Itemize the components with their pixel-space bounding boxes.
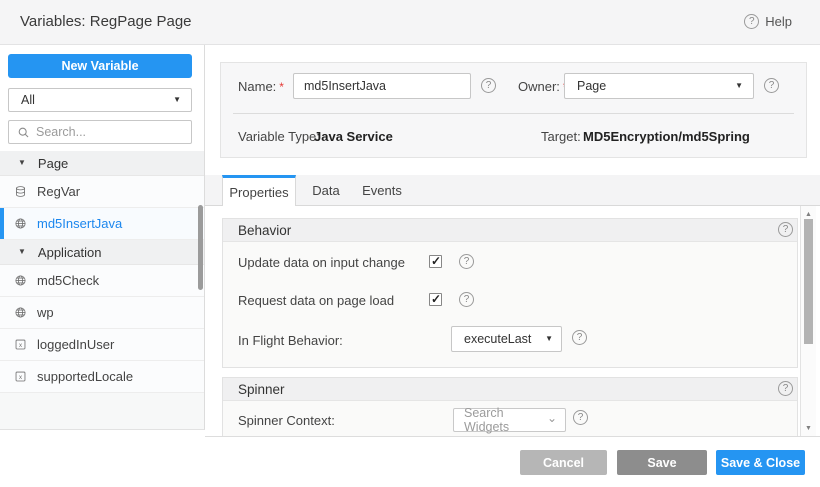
spinner-title: Spinner <box>238 382 285 397</box>
request-data-help-icon[interactable] <box>459 292 474 307</box>
content-scrollbar[interactable] <box>800 206 816 437</box>
tree-group-application[interactable]: Application <box>0 240 204 265</box>
collapse-arrow-icon <box>18 248 26 256</box>
in-flight-behavior-label: In Flight Behavior: <box>238 333 343 348</box>
chevron-down-icon <box>545 335 553 343</box>
help-button[interactable]: Help <box>744 14 792 29</box>
variable-icon: x <box>14 338 27 351</box>
owner-label: Owner:* <box>518 79 568 94</box>
spinner-section-body: Spinner Context: Search Widgets <box>223 401 797 437</box>
spinner-context-placeholder: Search Widgets <box>464 406 547 434</box>
tab-properties[interactable]: Properties <box>222 175 296 206</box>
svg-text:x: x <box>19 374 22 381</box>
tree-item-label: wp <box>37 305 54 320</box>
variable-tree: Page RegVar md5InsertJava Application <box>0 151 204 393</box>
tree-item-loggedinuser[interactable]: x loggedInUser <box>0 329 204 361</box>
behavior-section-header: Behavior <box>223 219 797 242</box>
variable-icon: x <box>14 370 27 383</box>
spinner-context-help-icon[interactable] <box>573 410 588 425</box>
database-icon <box>14 185 27 198</box>
update-data-help-icon[interactable] <box>459 254 474 269</box>
name-input[interactable] <box>293 73 471 99</box>
help-label: Help <box>765 14 792 29</box>
search-input[interactable] <box>36 125 183 139</box>
behavior-section-body: Update data on input change Request data… <box>223 242 797 368</box>
spinner-section-header: Spinner <box>223 378 797 401</box>
tree-item-supportedlocale[interactable]: x supportedLocale <box>0 361 204 393</box>
spinner-context-label: Spinner Context: <box>238 413 335 428</box>
update-data-label: Update data on input change <box>238 255 405 270</box>
request-data-label: Request data on page load <box>238 293 394 308</box>
sidebar-empty-area <box>0 393 204 429</box>
owner-help-icon[interactable] <box>764 78 779 93</box>
tree-item-regvar[interactable]: RegVar <box>0 176 204 208</box>
cancel-button[interactable]: Cancel <box>520 450 607 475</box>
target-label: Target: <box>541 129 581 144</box>
tab-bar: Properties Data Events <box>205 175 820 206</box>
owner-value: Page <box>577 79 735 93</box>
behavior-section: Behavior Update data on input change Req… <box>222 218 798 368</box>
in-flight-behavior-value: executeLast <box>464 332 545 346</box>
tree-item-label: md5InsertJava <box>37 216 122 231</box>
tree-group-label: Page <box>38 156 68 171</box>
tree-item-label: RegVar <box>37 184 80 199</box>
scroll-up-icon[interactable] <box>801 211 816 218</box>
name-label: Name:* <box>238 79 284 94</box>
tree-item-md5check[interactable]: md5Check <box>0 265 204 297</box>
variable-filter-select[interactable]: All <box>8 88 192 112</box>
variable-type-label: Variable Type: <box>238 129 320 144</box>
service-icon <box>14 306 27 319</box>
tab-data[interactable]: Data <box>305 175 347 205</box>
behavior-title: Behavior <box>238 223 291 238</box>
tree-group-label: Application <box>38 245 102 260</box>
tree-item-label: loggedInUser <box>37 337 114 352</box>
sidebar-scrollbar[interactable] <box>198 205 203 290</box>
search-icon <box>17 126 30 139</box>
behavior-help-icon[interactable] <box>778 222 793 237</box>
tree-item-label: supportedLocale <box>37 369 133 384</box>
properties-tab-content: Behavior Update data on input change Req… <box>205 206 820 437</box>
tree-item-label: md5Check <box>37 273 99 288</box>
collapse-arrow-icon <box>18 159 26 167</box>
owner-select[interactable]: Page <box>564 73 754 99</box>
request-data-checkbox[interactable] <box>429 293 442 306</box>
variable-summary-panel: Name:* Owner:* Page Variable Type: Java … <box>220 62 807 158</box>
tree-group-page[interactable]: Page <box>0 151 204 176</box>
save-button[interactable]: Save <box>617 450 707 475</box>
in-flight-help-icon[interactable] <box>572 330 587 345</box>
svg-text:x: x <box>19 342 22 349</box>
help-icon <box>744 14 759 29</box>
new-variable-button[interactable]: New Variable <box>8 54 192 78</box>
tree-item-wp[interactable]: wp <box>0 297 204 329</box>
chevron-down-icon <box>547 412 557 424</box>
tab-events[interactable]: Events <box>357 175 407 205</box>
name-help-icon[interactable] <box>481 78 496 93</box>
spinner-context-combobox[interactable]: Search Widgets <box>453 408 566 432</box>
service-icon <box>14 217 27 230</box>
chevron-down-icon <box>735 82 743 90</box>
required-asterisk: * <box>279 80 284 94</box>
spinner-section: Spinner Spinner Context: Search Widgets <box>222 377 798 437</box>
page-title: Variables: RegPage Page <box>20 0 192 44</box>
target-value: MD5Encryption/md5Spring <box>583 129 750 144</box>
tree-item-md5insertjava[interactable]: md5InsertJava <box>0 208 204 240</box>
scroll-down-icon[interactable] <box>801 425 816 432</box>
form-divider <box>233 113 794 114</box>
variables-sidebar: New Variable All Page RegVar <box>0 45 205 430</box>
chevron-down-icon <box>173 96 181 104</box>
app-header: Variables: RegPage Page Help <box>0 0 820 45</box>
save-and-close-button[interactable]: Save & Close <box>716 450 805 475</box>
in-flight-behavior-select[interactable]: executeLast <box>451 326 562 352</box>
spinner-help-icon[interactable] <box>778 381 793 396</box>
update-data-checkbox[interactable] <box>429 255 442 268</box>
variable-type-value: Java Service <box>314 129 393 144</box>
scrollbar-thumb[interactable] <box>804 219 813 344</box>
service-icon <box>14 274 27 287</box>
variable-filter-value: All <box>21 93 173 107</box>
variable-search-box[interactable] <box>8 120 192 144</box>
